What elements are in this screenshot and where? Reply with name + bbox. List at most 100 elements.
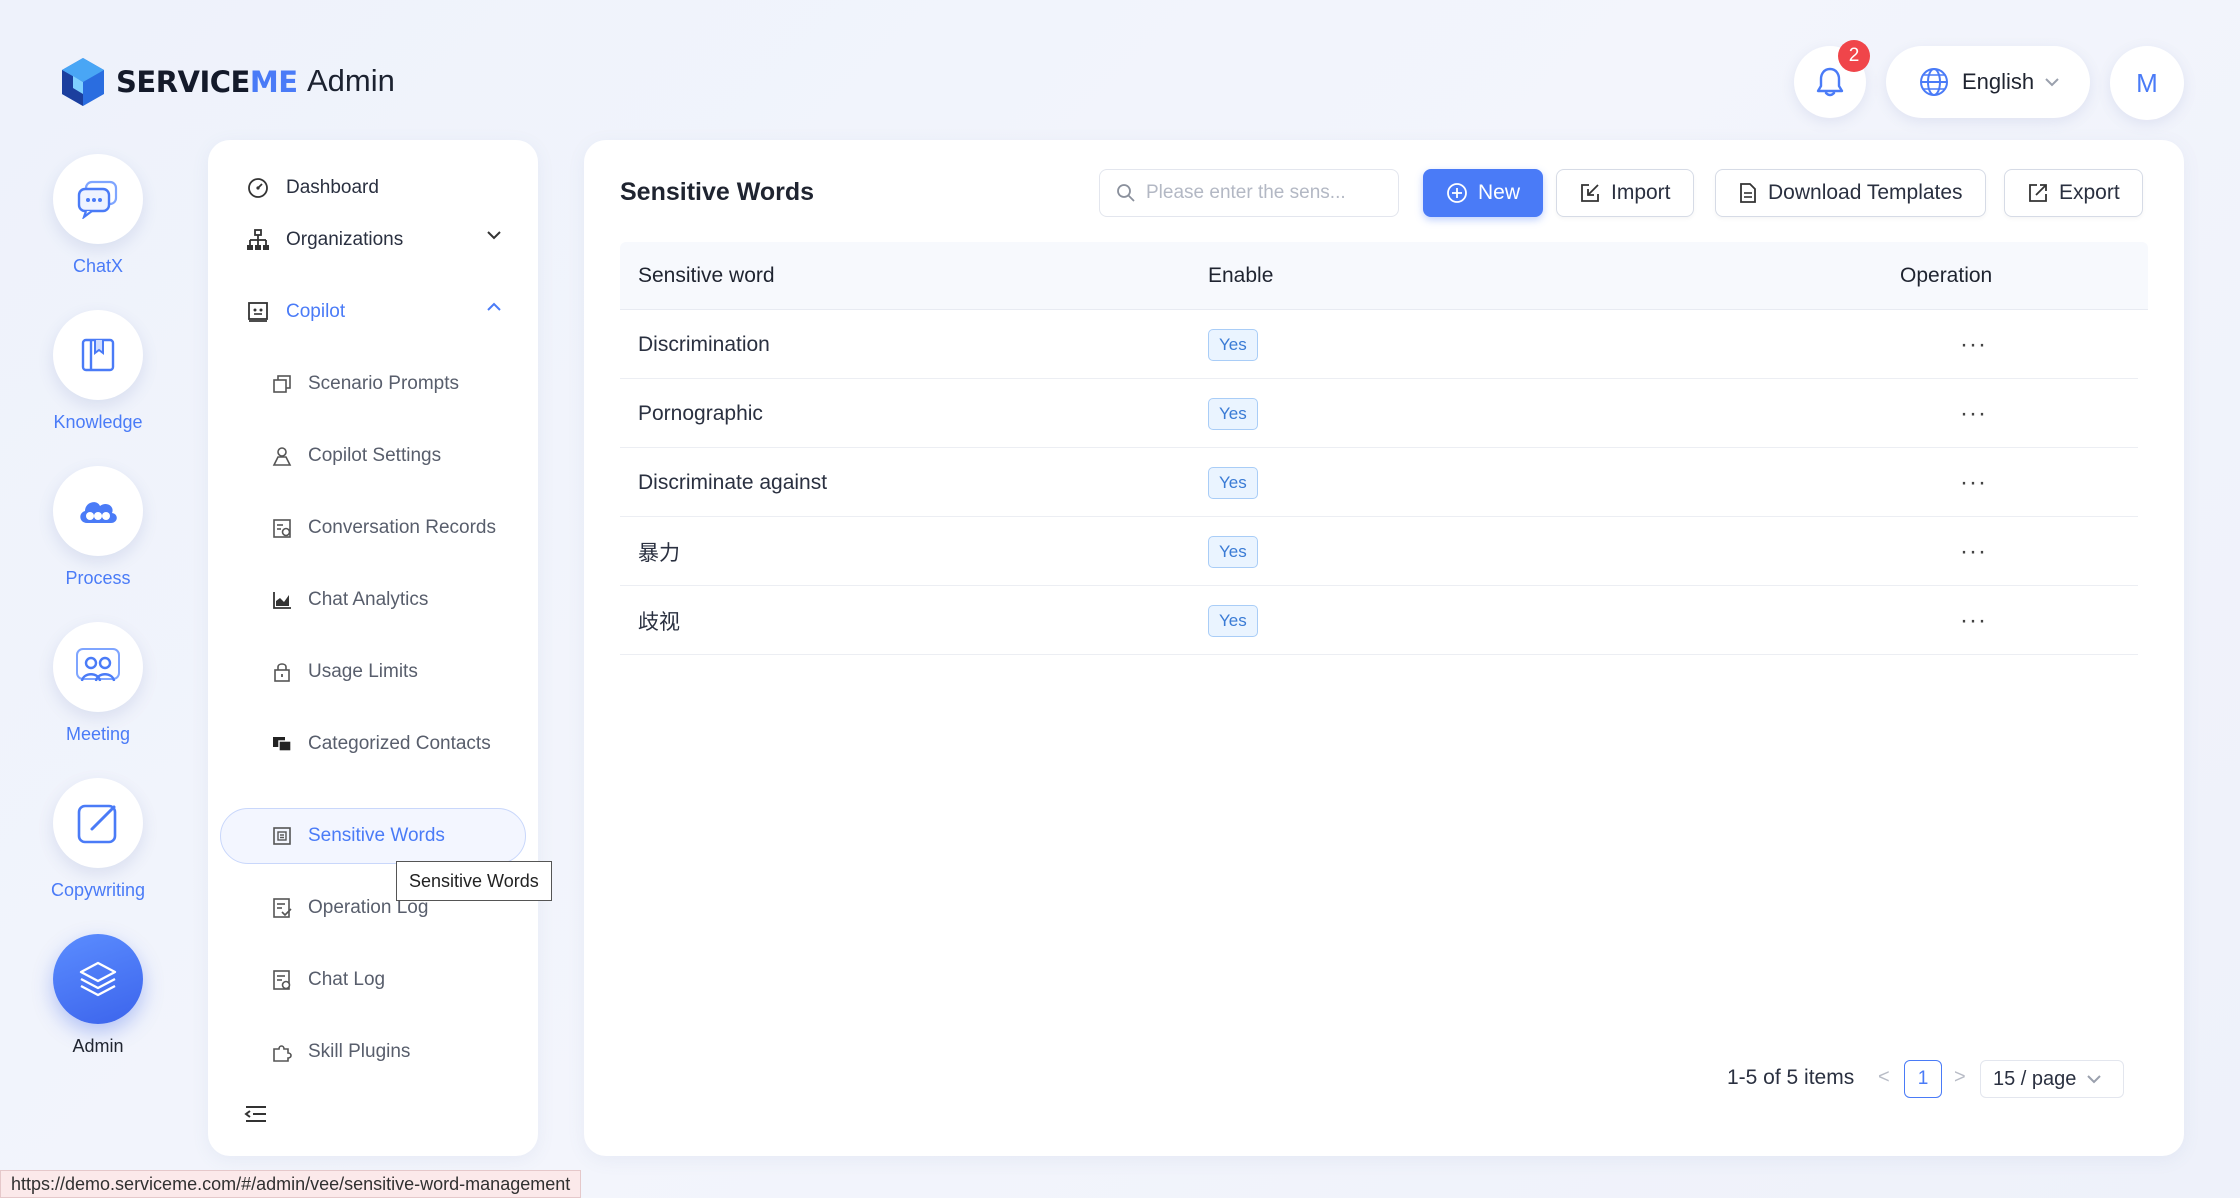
rail-label: Meeting: [65, 724, 131, 744]
rail-circle-active: [53, 934, 143, 1024]
admin-sidebar: Dashboard Organizations Copilot Scenario…: [208, 140, 538, 1156]
plus-circle-icon: [1447, 183, 1467, 203]
rail-label: Admin: [72, 1036, 124, 1056]
cell-word: Pornographic: [638, 401, 763, 425]
lock-icon: [268, 658, 296, 686]
search-box[interactable]: [1099, 169, 1399, 217]
table-row: Discriminate against Yes ···: [620, 448, 2138, 517]
sidebar-item-categorized-contacts[interactable]: Categorized Contacts: [208, 716, 538, 772]
chat-icon: [77, 180, 118, 219]
org-chart-icon: [244, 226, 272, 254]
copy-stack-icon: [268, 370, 296, 398]
more-actions-button[interactable]: ···: [1960, 332, 1987, 357]
language-label: English: [1962, 69, 2035, 94]
table-row: 歧视 Yes ···: [620, 586, 2138, 655]
page-size-label: 15 / page: [1993, 1067, 2077, 1090]
more-actions-button[interactable]: ···: [1960, 401, 1987, 426]
status-bar-url: https://demo.serviceme.com/#/admin/vee/s…: [0, 1170, 582, 1198]
cell-word: Discrimination: [638, 332, 770, 356]
rail-circle: [53, 466, 143, 556]
rail-label: Copywriting: [50, 880, 146, 900]
sidebar-item-chat-log[interactable]: Chat Log: [208, 952, 538, 1008]
sidebar-item-scenario-prompts[interactable]: Scenario Prompts: [208, 356, 538, 412]
export-icon: [2029, 184, 2047, 202]
sidebar-item-copilot-settings[interactable]: Copilot Settings: [208, 428, 538, 484]
sidebar-item-organizations[interactable]: Organizations: [208, 212, 538, 268]
brand-logo: SERVICEME: [60, 56, 298, 108]
export-button-label: Export: [2059, 181, 2120, 204]
globe-icon: [1920, 68, 1948, 96]
puzzle-icon: [268, 1038, 296, 1066]
pagination-page-1[interactable]: 1: [1904, 1060, 1942, 1098]
document-icon: [1740, 183, 1756, 203]
sidebar-item-label: Sensitive Words: [308, 825, 445, 846]
rail-item-meeting[interactable]: Meeting: [40, 622, 156, 745]
rail-label: Knowledge: [53, 412, 143, 432]
table-row: 暴力 Yes ···: [620, 517, 2138, 586]
rail-item-knowledge[interactable]: Knowledge: [40, 310, 156, 433]
pagination-total: 1-5 of 5 items: [1727, 1066, 1855, 1089]
sidebar-item-label: Usage Limits: [308, 661, 418, 682]
copilot-icon: [244, 298, 272, 326]
download-templates-button[interactable]: Download Templates: [1715, 169, 1986, 217]
sidebar-item-skill-plugins[interactable]: Skill Plugins: [208, 1024, 538, 1080]
rail-item-admin[interactable]: Admin: [40, 934, 156, 1057]
new-button-label: New: [1478, 181, 1521, 204]
sidebar-item-conversation-records[interactable]: Conversation Records: [208, 500, 538, 556]
sidebar-item-label: Chat Log: [308, 969, 386, 990]
table-header: Sensitive word Enable Operation: [620, 242, 2148, 310]
more-actions-button[interactable]: ···: [1960, 470, 1987, 495]
more-actions-button[interactable]: ···: [1960, 608, 1987, 633]
sidebar-item-chat-analytics[interactable]: Chat Analytics: [208, 572, 538, 628]
search-icon: [1117, 184, 1135, 202]
contacts-chat-icon: [268, 730, 296, 758]
pagination-next-button[interactable]: >: [1954, 1066, 1966, 1089]
table-row: Discrimination Yes ···: [620, 310, 2138, 379]
search-input[interactable]: [1146, 182, 1386, 204]
sidebar-item-copilot[interactable]: Copilot: [208, 284, 538, 340]
column-header-operation: Operation: [1900, 264, 1993, 287]
sidebar-item-label: Copilot Settings: [308, 445, 442, 466]
language-selector[interactable]: English: [1886, 46, 2090, 118]
more-actions-button[interactable]: ···: [1960, 539, 1987, 564]
sidebar-item-sensitive-words[interactable]: Sensitive Words: [220, 808, 526, 864]
notification-badge: 2: [1838, 40, 1870, 72]
pagination-prev-button[interactable]: <: [1878, 1066, 1890, 1089]
rail-item-copywriting[interactable]: Copywriting: [40, 778, 156, 901]
cell-word: 歧视: [638, 610, 680, 634]
rail-item-process[interactable]: Process: [40, 466, 156, 589]
collapse-menu-icon[interactable]: [244, 1104, 268, 1124]
sidebar-item-label: Organizations: [286, 229, 404, 250]
rail-circle: [53, 154, 143, 244]
sidebar-item-label: Copilot: [286, 301, 346, 322]
calendar-doc-icon: [268, 514, 296, 542]
logo-cube-icon: [62, 58, 104, 106]
page-size-select[interactable]: 15 / page: [1980, 1060, 2124, 1098]
enable-tag: Yes: [1208, 466, 1258, 499]
chevron-down-icon: [2087, 1075, 2102, 1084]
rail-circle: [53, 622, 143, 712]
download-templates-label: Download Templates: [1768, 181, 1963, 204]
log-doc-icon: [268, 894, 296, 922]
chat-log-icon: [268, 966, 296, 994]
bell-icon: [1816, 67, 1844, 97]
cell-word: 暴力: [638, 541, 680, 565]
import-icon: [1581, 184, 1599, 202]
filter-doc-icon: [268, 822, 296, 850]
sidebar-item-label: Chat Analytics: [308, 589, 429, 610]
tooltip: Sensitive Words: [396, 861, 552, 901]
rail-label: ChatX: [72, 256, 124, 276]
sidebar-item-label: Scenario Prompts: [308, 373, 460, 394]
user-avatar[interactable]: M: [2110, 46, 2184, 120]
import-button[interactable]: Import: [1556, 169, 1694, 217]
sidebar-item-usage-limits[interactable]: Usage Limits: [208, 644, 538, 700]
new-button[interactable]: New: [1423, 169, 1544, 217]
export-button[interactable]: Export: [2004, 169, 2143, 217]
area-chart-icon: [268, 586, 296, 614]
sidebar-item-dashboard[interactable]: Dashboard: [208, 160, 538, 216]
rail-circle: [53, 310, 143, 400]
sensitive-words-table: Sensitive word Enable Operation Discrimi…: [620, 242, 2148, 655]
rail-label: Process: [65, 568, 131, 588]
brand-name: SERVICEME: [116, 65, 298, 99]
rail-item-chatx[interactable]: ChatX: [40, 154, 156, 277]
